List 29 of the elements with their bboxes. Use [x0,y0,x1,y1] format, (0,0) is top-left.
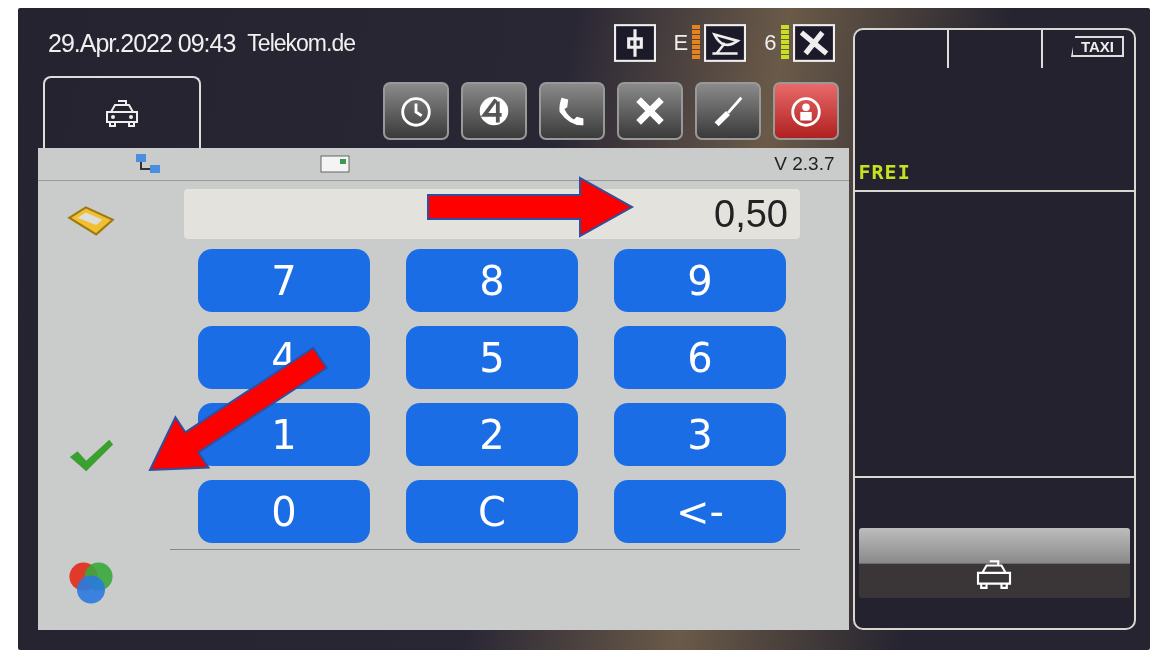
satellite-dish-icon [704,24,747,62]
network-name: Telekom.de [247,29,355,57]
version-label: V 2.3.7 [774,153,835,175]
keypad-key[interactable]: 0 [198,480,370,543]
keypad-key[interactable]: 8 [406,249,578,312]
keypad-key[interactable]: C [406,480,578,543]
phone-button[interactable] [538,82,605,140]
tool-button[interactable] [460,82,527,140]
keypad-key[interactable]: 2 [406,403,578,466]
alarm-button[interactable] [772,82,839,140]
keypad-key[interactable]: 9 [614,249,786,312]
connector-icon [613,24,656,62]
envelope-icon [320,152,350,176]
signal-bars-icon [780,25,789,61]
taxi-roof-sign: TAXI [1070,36,1124,57]
meter-status: FREI [858,160,911,184]
signal-bars-icon [692,25,701,61]
keypad-key[interactable]: 6 [614,326,786,389]
keypad-key[interactable]: 7 [198,249,370,312]
timer-button[interactable] [382,82,449,140]
keypad-key[interactable]: 3 [614,403,786,466]
keypad-key[interactable]: 5 [406,326,578,389]
keypad-key[interactable]: <- [614,480,786,543]
satellite-button[interactable] [616,82,683,140]
satellite-count: 6 [764,30,777,56]
gsm-indicator: E [673,30,689,56]
taxi-button[interactable] [858,528,1130,598]
settings-button[interactable] [694,82,761,140]
date-time: 29.Apr.2022 09:43 [48,28,236,58]
